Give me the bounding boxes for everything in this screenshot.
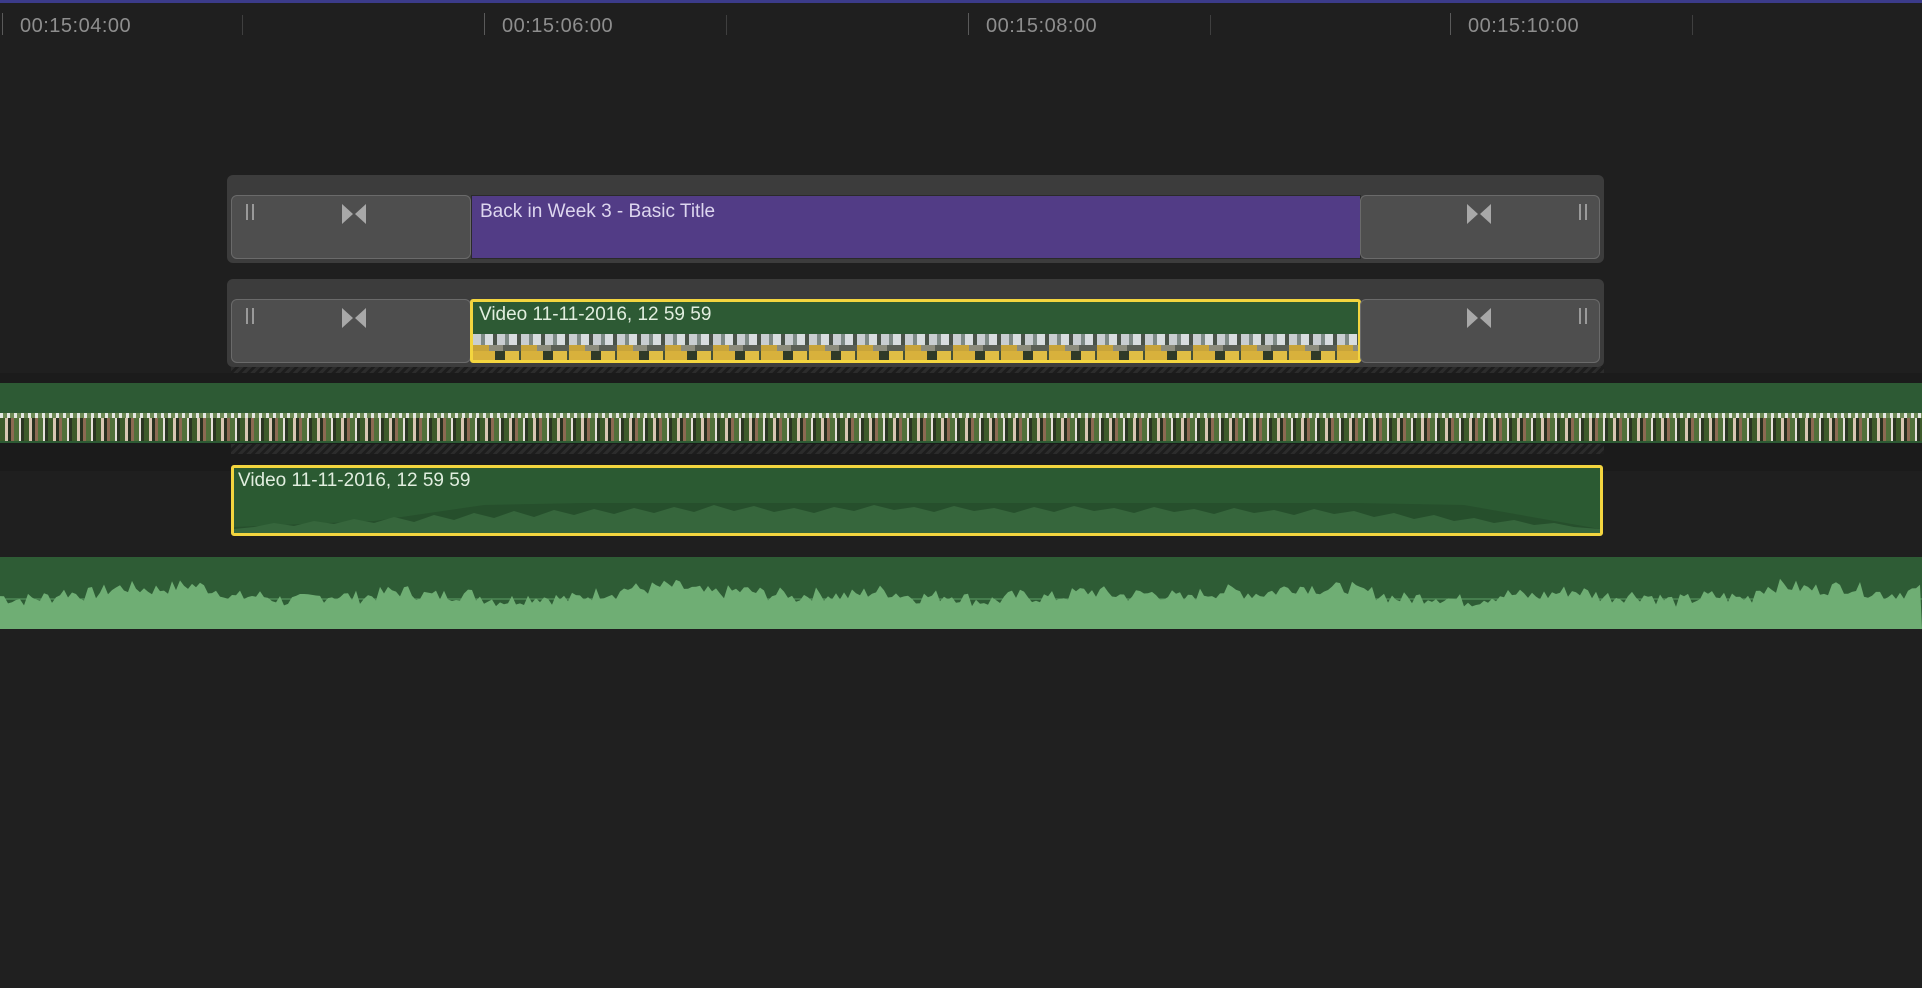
connected-audio-clip[interactable]: Video 11-11-2016, 12 59 59 [231, 465, 1603, 536]
primary-video-clip[interactable] [0, 383, 1922, 443]
video-transition-out[interactable] [1360, 299, 1600, 363]
title-clip-label: Back in Week 3 - Basic Title [480, 201, 716, 222]
double-bar-icon[interactable] [1579, 204, 1587, 220]
ruler-timecode: 00:15:08:00 [986, 15, 1098, 37]
bowtie-icon [342, 308, 366, 328]
bowtie-icon [1467, 308, 1491, 328]
video-transition-in[interactable] [231, 299, 471, 363]
double-bar-icon[interactable] [1579, 308, 1587, 324]
ruler-timecode: 00:15:06:00 [502, 15, 614, 37]
connected-audio-label: Video 11-11-2016, 12 59 59 [238, 470, 471, 491]
title-clip-group: Back in Week 3 - Basic Title [227, 175, 1604, 263]
connected-video-group: Video 11-11-2016, 12 59 59 [227, 279, 1604, 367]
timeline-ruler[interactable]: 00:15:04:00 00:15:06:00 00:15:08:00 00:1… [0, 3, 1922, 43]
title-transition-in[interactable] [231, 195, 471, 259]
connected-video-label: Video 11-11-2016, 12 59 59 [479, 304, 712, 325]
double-bar-icon[interactable] [246, 308, 254, 324]
ruler-tick [2, 13, 3, 35]
primary-audio-waveform [0, 578, 1922, 629]
audio-waveform [234, 503, 1600, 533]
ruler-tick [968, 13, 969, 35]
ruler-timecode: 00:15:10:00 [1468, 15, 1580, 37]
video-filmstrip [473, 334, 1358, 360]
ruler-tick [242, 15, 243, 35]
primary-audio-clip[interactable] [0, 557, 1922, 629]
ruler-tick [1692, 15, 1693, 35]
ruler-tick [726, 15, 727, 35]
primary-filmstrip [0, 413, 1922, 441]
timeline-empty-area [0, 730, 1922, 988]
bowtie-icon [1467, 204, 1491, 224]
title-transition-out[interactable] [1360, 195, 1600, 259]
ruler-tick [484, 13, 485, 35]
ruler-tick [1210, 15, 1211, 35]
ruler-tick [1450, 13, 1451, 35]
connected-video-clip[interactable]: Video 11-11-2016, 12 59 59 [470, 299, 1361, 363]
connection-hatch [231, 444, 1604, 454]
title-clip[interactable]: Back in Week 3 - Basic Title [471, 195, 1361, 259]
ruler-timecode: 00:15:04:00 [20, 15, 132, 37]
bowtie-icon [342, 204, 366, 224]
double-bar-icon[interactable] [246, 204, 254, 220]
